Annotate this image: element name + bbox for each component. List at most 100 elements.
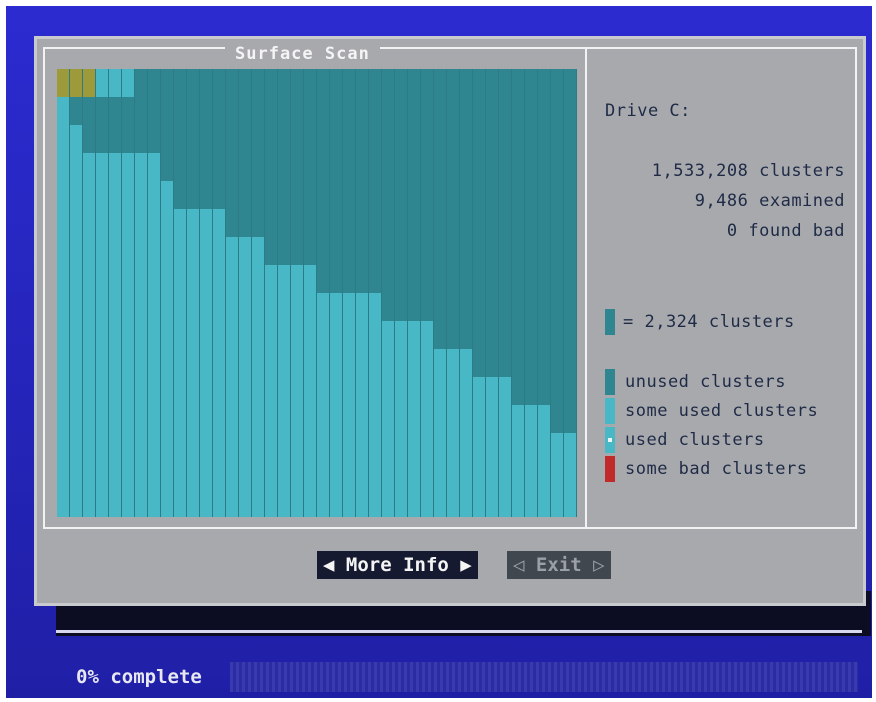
cluster-cell	[83, 489, 95, 517]
cluster-cell	[395, 349, 407, 377]
cluster-cell	[83, 377, 95, 405]
exit-button[interactable]: ◁ Exit ▷	[507, 551, 611, 579]
cluster-cell	[343, 405, 355, 433]
cluster-cell	[538, 265, 550, 293]
cluster-cell	[291, 153, 303, 181]
cluster-cell	[187, 405, 199, 433]
cluster-cell	[291, 97, 303, 125]
cluster-cell	[174, 405, 186, 433]
cluster-cell	[330, 349, 342, 377]
cluster-cell	[187, 377, 199, 405]
cluster-cell	[109, 405, 121, 433]
cluster-cell	[447, 209, 459, 237]
cluster-cell	[304, 349, 316, 377]
cluster-cell	[265, 125, 277, 153]
cluster-cell	[200, 377, 212, 405]
cluster-cell	[252, 405, 264, 433]
cluster-cell	[525, 209, 537, 237]
dialog-title: Surface Scan	[225, 45, 380, 63]
cluster-cell	[213, 181, 225, 209]
cluster-cell	[408, 489, 420, 517]
used-swatch	[605, 426, 615, 453]
cluster-cell	[57, 97, 69, 125]
cluster-cell	[239, 237, 251, 265]
cluster-cell	[291, 293, 303, 321]
cluster-cell	[135, 237, 147, 265]
cluster-cell	[135, 153, 147, 181]
cluster-cell	[213, 349, 225, 377]
cluster-cell	[96, 405, 108, 433]
cluster-cell	[187, 433, 199, 461]
cluster-cell	[70, 321, 82, 349]
cluster-cell	[278, 377, 290, 405]
cluster-cell	[434, 69, 446, 97]
cluster-cell	[57, 405, 69, 433]
cluster-cell	[161, 237, 173, 265]
more-info-button[interactable]: ◀ More Info ▶	[317, 551, 478, 579]
cluster-cell	[421, 265, 433, 293]
cluster-cell	[278, 433, 290, 461]
cluster-cell	[148, 209, 160, 237]
cluster-cell	[148, 69, 160, 97]
cluster-cell	[213, 153, 225, 181]
cluster-cell	[109, 349, 121, 377]
cluster-cell	[473, 97, 485, 125]
cluster-cell	[304, 377, 316, 405]
cluster-cell	[161, 153, 173, 181]
cluster-cell	[473, 461, 485, 489]
cluster-cell	[538, 377, 550, 405]
cluster-cell	[408, 69, 420, 97]
cluster-cell	[499, 349, 511, 377]
cluster-cell	[486, 377, 498, 405]
cluster-cell	[538, 349, 550, 377]
cluster-cell	[96, 433, 108, 461]
legend-item-bad: some bad clusters	[605, 454, 818, 483]
legend-item-unused: unused clusters	[605, 367, 818, 396]
cluster-cell	[499, 69, 511, 97]
cluster-cell	[369, 405, 381, 433]
cluster-cell	[187, 349, 199, 377]
cluster-cell	[551, 209, 563, 237]
cluster-cell	[213, 489, 225, 517]
cluster-cell	[356, 377, 368, 405]
cluster-cell	[538, 321, 550, 349]
scale-swatch	[605, 309, 615, 335]
cluster-cell	[343, 433, 355, 461]
cluster-cell	[382, 209, 394, 237]
cluster-cell	[499, 181, 511, 209]
cluster-cell	[564, 405, 576, 433]
cluster-cell	[317, 125, 329, 153]
cluster-cell	[538, 433, 550, 461]
cluster-cell	[460, 433, 472, 461]
cluster-cell	[148, 181, 160, 209]
cluster-cell	[564, 209, 576, 237]
cluster-cell	[564, 433, 576, 461]
cluster-cell	[239, 97, 251, 125]
cluster-cell	[421, 433, 433, 461]
cluster-cell	[200, 153, 212, 181]
cluster-cell	[213, 237, 225, 265]
cluster-cell	[226, 489, 238, 517]
drive-label: Drive C:	[605, 101, 691, 121]
cluster-cell	[382, 405, 394, 433]
cluster-cell	[304, 69, 316, 97]
status-divider	[56, 630, 862, 633]
cluster-cell	[265, 97, 277, 125]
cluster-cell	[512, 97, 524, 125]
cluster-cell	[421, 97, 433, 125]
cluster-cell	[174, 293, 186, 321]
cluster-cell	[135, 97, 147, 125]
cluster-cell	[486, 489, 498, 517]
cluster-cell	[213, 265, 225, 293]
cluster-cell	[57, 209, 69, 237]
cluster-cell	[83, 125, 95, 153]
cluster-cell	[369, 125, 381, 153]
cluster-cell	[408, 181, 420, 209]
cluster-cell	[447, 405, 459, 433]
examined-count: 9,486 examined	[694, 191, 845, 211]
cluster-cell	[330, 293, 342, 321]
cluster-cell	[57, 125, 69, 153]
cluster-cell	[317, 181, 329, 209]
cluster-cell	[512, 461, 524, 489]
cluster-cell	[187, 237, 199, 265]
